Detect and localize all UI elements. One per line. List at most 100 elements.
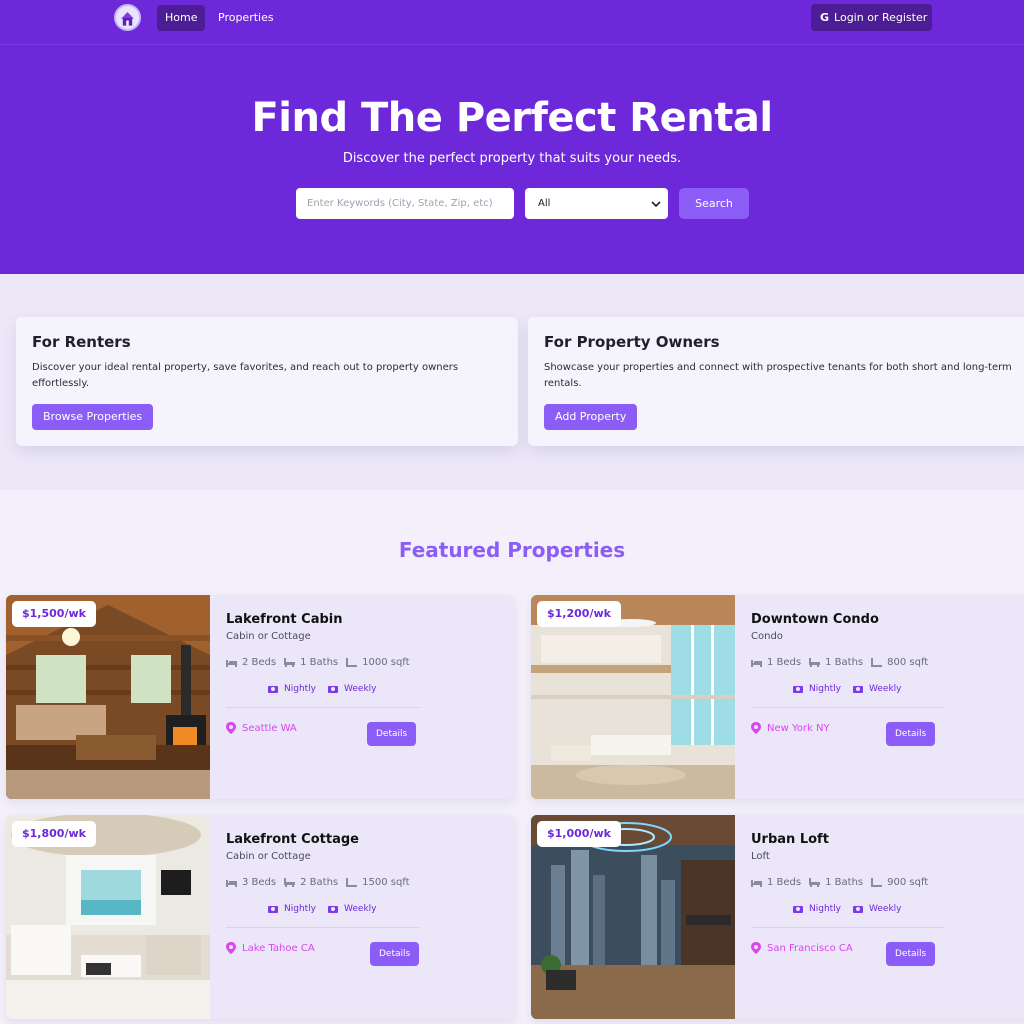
property-specs: 1 Beds 1 Baths 900 sqft (751, 877, 928, 888)
nav-home-link[interactable]: Home (157, 5, 206, 31)
search-input[interactable] (296, 188, 514, 219)
bed-icon (751, 660, 762, 667)
sqft-value: 800 sqft (887, 657, 929, 668)
beds-count: 3 Beds (242, 877, 277, 888)
search-button[interactable]: Search (679, 188, 749, 219)
property-title: Urban Loft (751, 832, 829, 847)
rate-weekly: Weekly (869, 684, 902, 694)
property-title: Lakefront Cottage (226, 832, 359, 847)
money-icon (793, 685, 803, 693)
google-icon: G (820, 11, 830, 24)
property-card[interactable]: $1,000/wk Urban Loft Loft 1 Beds 1 Baths… (531, 815, 1024, 1019)
location-text: San Francisco CA (767, 942, 853, 954)
owners-title: For Property Owners (544, 333, 720, 351)
property-type: Condo (751, 631, 783, 642)
property-card[interactable]: $1,500/wk Lakefront Cabin Cabin or Cotta… (6, 595, 515, 799)
rate-options: Nightly Weekly (268, 684, 377, 694)
bath-icon (284, 878, 296, 887)
details-button[interactable]: Details (370, 942, 420, 966)
location-text: New York NY (767, 722, 830, 734)
bath-icon (809, 658, 821, 667)
location-text: Seattle WA (242, 722, 297, 734)
property-type-select[interactable]: All (525, 188, 668, 219)
money-icon (328, 685, 339, 693)
money-icon (853, 685, 864, 693)
bath-icon (809, 878, 821, 887)
bed-icon (751, 880, 762, 887)
property-title: Downtown Condo (751, 612, 879, 627)
map-pin-icon (751, 722, 761, 734)
property-specs: 2 Beds 1 Baths 1000 sqft (226, 657, 410, 668)
divider (751, 707, 945, 708)
property-location: New York NY (751, 722, 830, 734)
rate-weekly: Weekly (344, 904, 377, 914)
map-pin-icon (751, 942, 761, 954)
divider (226, 927, 420, 928)
house-logo-icon[interactable] (114, 4, 141, 31)
rate-nightly: Nightly (809, 904, 842, 914)
rate-options: Nightly Weekly (268, 904, 377, 914)
ruler-icon (871, 658, 883, 667)
add-property-button[interactable]: Add Property (544, 404, 638, 430)
price-badge: $1,200/wk (537, 601, 621, 627)
rate-weekly: Weekly (344, 684, 377, 694)
details-button[interactable]: Details (886, 722, 936, 746)
nav-properties-link[interactable]: Properties (210, 5, 282, 31)
bath-icon (284, 658, 296, 667)
rate-options: Nightly Weekly (793, 904, 902, 914)
baths-count: 1 Baths (300, 657, 339, 668)
sqft-value: 900 sqft (887, 877, 929, 888)
sqft-value: 1000 sqft (362, 657, 410, 668)
rate-weekly: Weekly (869, 904, 902, 914)
login-register-button[interactable]: G Login or Register (811, 4, 932, 31)
featured-title: Featured Properties (398, 538, 626, 562)
rate-options: Nightly Weekly (793, 684, 902, 694)
rate-nightly: Nightly (284, 904, 317, 914)
details-button[interactable]: Details (886, 942, 936, 966)
property-location: San Francisco CA (751, 942, 853, 954)
money-icon (793, 905, 803, 913)
property-specs: 3 Beds 2 Baths 1500 sqft (226, 877, 410, 888)
property-specs: 1 Beds 1 Baths 800 sqft (751, 657, 928, 668)
beds-count: 1 Beds (767, 657, 802, 668)
sqft-value: 1500 sqft (362, 877, 410, 888)
property-type-value: All (538, 198, 551, 209)
property-title: Lakefront Cabin (226, 612, 343, 627)
renters-card: For Renters Discover your ideal rental p… (16, 317, 518, 446)
details-button[interactable]: Details (367, 722, 417, 746)
map-pin-icon (226, 722, 236, 734)
property-card[interactable]: $1,200/wk Downtown Condo Condo 1 Beds 1 … (531, 595, 1024, 799)
rate-nightly: Nightly (284, 684, 317, 694)
money-icon (268, 905, 278, 913)
ruler-icon (346, 658, 358, 667)
chevron-down-icon (651, 201, 661, 208)
hero-title: Find The Perfect Rental (251, 95, 773, 141)
browse-properties-button[interactable]: Browse Properties (32, 404, 154, 430)
price-badge: $1,500/wk (12, 601, 96, 627)
hero-subtitle: Discover the perfect property that suits… (342, 151, 682, 166)
owners-card: For Property Owners Showcase your proper… (528, 317, 1024, 446)
map-pin-icon (226, 942, 236, 954)
info-section: For Renters Discover your ideal rental p… (0, 274, 1024, 490)
property-location: Lake Tahoe CA (226, 942, 315, 954)
property-type: Cabin or Cottage (226, 851, 311, 862)
renters-text: Discover your ideal rental property, sav… (32, 362, 459, 389)
ruler-icon (871, 878, 883, 887)
money-icon (328, 905, 339, 913)
price-badge: $1,800/wk (12, 821, 96, 847)
property-type: Cabin or Cottage (226, 631, 311, 642)
baths-count: 1 Baths (825, 657, 864, 668)
rate-nightly: Nightly (809, 684, 842, 694)
owners-text: Showcase your properties and connect wit… (544, 362, 1012, 389)
divider (751, 927, 945, 928)
top-navbar: Home Properties G Login or Register (0, 0, 1024, 45)
hero-section: Find The Perfect Rental Discover the per… (0, 45, 1024, 274)
property-card[interactable]: $1,800/wk Lakefront Cottage Cabin or Cot… (6, 815, 515, 1019)
property-type: Loft (751, 851, 770, 862)
money-icon (268, 685, 278, 693)
baths-count: 1 Baths (825, 877, 864, 888)
beds-count: 1 Beds (767, 877, 802, 888)
ruler-icon (346, 878, 358, 887)
money-icon (853, 905, 864, 913)
location-text: Lake Tahoe CA (242, 942, 315, 954)
